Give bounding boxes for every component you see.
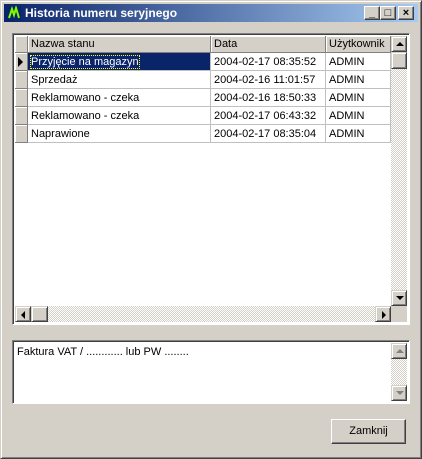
scroll-down-button[interactable] [391, 290, 407, 306]
table-row-user-cell[interactable]: ADMIN [326, 125, 391, 143]
history-grid[interactable]: Nazwa stanu Data Użytkownik Przyjęcie na… [12, 33, 410, 325]
memo-vertical-scrollbar[interactable] [391, 343, 407, 401]
scroll-up-button[interactable] [391, 36, 407, 52]
table-row-user-cell[interactable]: ADMIN [326, 53, 391, 71]
current-row-arrow-icon [18, 57, 23, 67]
memo-scroll-up-button[interactable] [391, 343, 407, 359]
table-row-user-cell[interactable]: ADMIN [326, 89, 391, 107]
column-header-user[interactable]: Użytkownik [326, 36, 391, 53]
row-indicator[interactable] [15, 125, 28, 143]
arrow-left-icon [21, 311, 25, 319]
scroll-corner [391, 306, 407, 322]
scroll-thumb[interactable] [391, 52, 407, 69]
scroll-right-button[interactable] [375, 306, 391, 322]
minimize-icon: _ [368, 7, 376, 19]
close-icon: × [402, 7, 410, 19]
row-indicator[interactable] [15, 89, 28, 107]
table-row-status-cell[interactable]: Przyjęcie na magazyn [28, 53, 211, 71]
arrow-right-icon [382, 311, 386, 319]
grid-horizontal-scrollbar[interactable] [15, 306, 391, 322]
maximize-button[interactable]: □ [380, 6, 396, 20]
notes-memo[interactable]: Faktura VAT / ............ lub PW ......… [12, 340, 410, 404]
table-row-date-cell[interactable]: 2004-02-17 06:43:32 [211, 107, 326, 125]
row-indicator[interactable] [15, 71, 28, 89]
scroll-thumb-horizontal[interactable] [31, 306, 48, 322]
table-row-user-cell[interactable]: ADMIN [326, 107, 391, 125]
maximize-icon: □ [384, 7, 392, 19]
row-indicator[interactable] [15, 53, 28, 71]
close-button[interactable]: Zamknij [331, 419, 406, 444]
row-indicator[interactable] [15, 107, 28, 125]
column-header-date[interactable]: Data [211, 36, 326, 53]
table-row-user-cell[interactable]: ADMIN [326, 71, 391, 89]
table-row-date-cell[interactable]: 2004-02-16 18:50:33 [211, 89, 326, 107]
scroll-left-button[interactable] [15, 306, 31, 322]
dialog-window: Historia numeru seryjnego _ □ × Nazwa st… [0, 0, 422, 459]
minimize-button[interactable]: _ [364, 6, 380, 20]
table-row-status-cell[interactable]: Naprawione [28, 125, 211, 143]
table-row-date-cell[interactable]: 2004-02-16 11:01:57 [211, 71, 326, 89]
arrow-down-icon [396, 391, 404, 395]
close-window-button[interactable]: × [398, 6, 414, 20]
arrow-up-icon [396, 42, 404, 46]
table-row-status-cell[interactable]: Sprzedaż [28, 71, 211, 89]
app-icon [7, 6, 21, 20]
memo-scroll-down-button[interactable] [391, 385, 407, 401]
grid-vertical-scrollbar[interactable] [391, 36, 407, 306]
column-header-status[interactable]: Nazwa stanu [28, 36, 211, 53]
table-row-status-cell[interactable]: Reklamowano - czeka [28, 107, 211, 125]
table-row-status-cell[interactable]: Reklamowano - czeka [28, 89, 211, 107]
title-bar[interactable]: Historia numeru seryjnego _ □ × [4, 4, 418, 22]
table-row-date-cell[interactable]: 2004-02-17 08:35:52 [211, 53, 326, 71]
window-title: Historia numeru seryjnego [25, 6, 178, 20]
arrow-down-icon [396, 296, 404, 300]
arrow-up-icon [396, 349, 404, 353]
grid-corner-header [15, 36, 28, 53]
memo-text[interactable]: Faktura VAT / ............ lub PW ......… [17, 346, 189, 358]
table-row-date-cell[interactable]: 2004-02-17 08:35:04 [211, 125, 326, 143]
